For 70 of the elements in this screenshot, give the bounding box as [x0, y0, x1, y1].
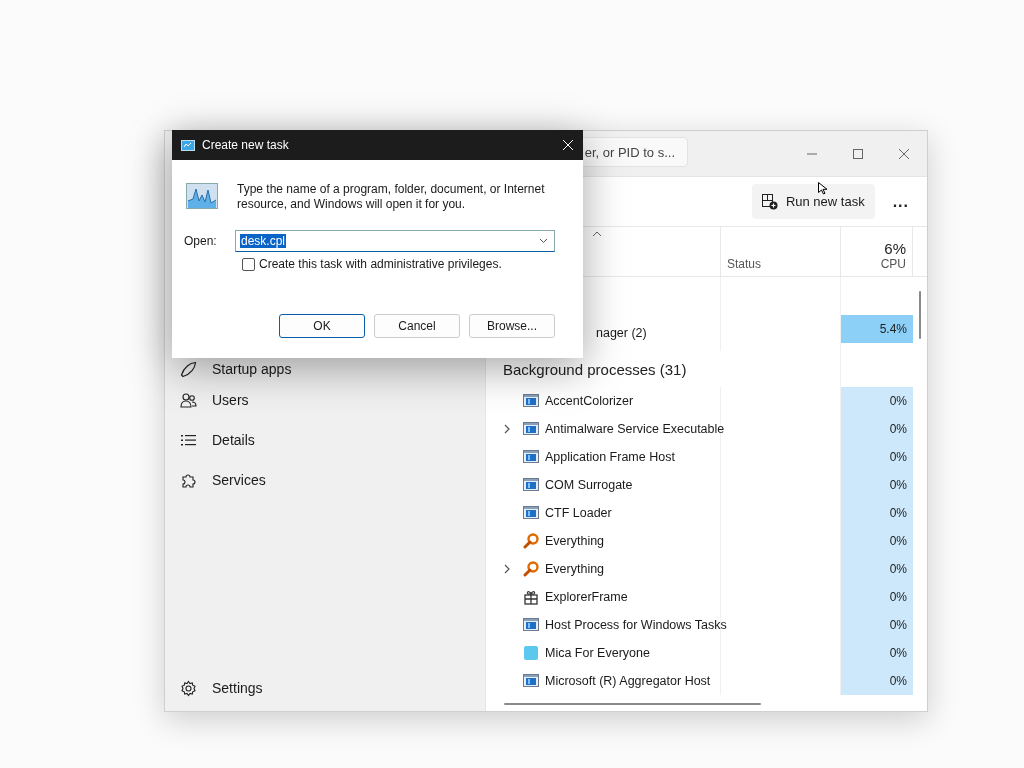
- sidebar-item[interactable]: Users: [165, 380, 485, 420]
- process-name: Everything: [545, 562, 605, 576]
- gift-icon: [523, 589, 539, 605]
- cpu-cell: 0%: [841, 499, 913, 527]
- process-name: Everything: [545, 534, 605, 548]
- square-icon: [523, 645, 539, 661]
- app-icon: [181, 139, 195, 151]
- process-name: Antimalware Service Executable: [545, 422, 725, 436]
- checkbox[interactable]: [242, 257, 255, 271]
- sidebar-item[interactable]: Services: [165, 460, 485, 500]
- cpu-cell: 5.4%: [841, 315, 913, 343]
- cpu-cell: 0%: [841, 527, 913, 555]
- sidebar-item[interactable]: Startup apps: [165, 358, 485, 380]
- cpu-cell: 0%: [841, 583, 913, 611]
- cpu-cell: 0%: [841, 387, 913, 415]
- puzzle-icon: [180, 471, 197, 489]
- settings-icon: [180, 679, 197, 697]
- dialog-button[interactable]: Browse...: [469, 314, 555, 338]
- settings-item[interactable]: Settings: [165, 668, 485, 708]
- monitor-graph-icon: [186, 183, 218, 209]
- cpu-cell: 0%: [841, 443, 913, 471]
- more-button[interactable]: ...: [888, 192, 913, 211]
- instruction-text: Type the name of a program, folder, document, or Internet resource, and Windows will open it for you.: [237, 182, 546, 212]
- cpu-column-header[interactable]: 6% CPU: [841, 227, 913, 276]
- app-window-icon: [523, 421, 539, 437]
- app-window-icon: [523, 393, 539, 409]
- open-label: Open:: [184, 234, 218, 248]
- scrollbar[interactable]: [504, 703, 761, 705]
- app-window-icon: [523, 449, 539, 465]
- cpu-cell: 0%: [841, 415, 913, 443]
- column-header[interactable]: Status: [727, 257, 762, 271]
- cpu-cell: 0%: [841, 611, 913, 639]
- run-new-task-button[interactable]: Run new task: [751, 184, 875, 219]
- dropdown-caret-icon: [539, 238, 548, 244]
- sidebar-item[interactable]: Details: [165, 420, 485, 460]
- maximize-icon: [852, 148, 864, 159]
- mouse-cursor-icon: [817, 182, 828, 195]
- process-name: Mica For Everyone: [545, 646, 650, 660]
- checkbox-label: Create this task with administrative privileges.: [259, 257, 502, 271]
- window-title: Create new task: [202, 138, 289, 152]
- close-icon: [898, 148, 910, 159]
- process-name: Application Frame Host: [545, 450, 675, 464]
- expand-chevron-icon[interactable]: [504, 564, 511, 574]
- dialog-button[interactable]: OK: [279, 314, 365, 338]
- process-name: Host Process for Windows Tasks: [545, 618, 727, 632]
- group-header: Background processes (31): [503, 360, 687, 378]
- process-name: COM Surrogate: [545, 478, 633, 492]
- cpu-cell: 0%: [841, 639, 913, 667]
- app-window-icon: [523, 477, 539, 493]
- dialog-button[interactable]: Cancel: [374, 314, 460, 338]
- process-name: AccentColorizer: [545, 394, 634, 408]
- cpu-cell: 0%: [841, 555, 913, 583]
- sort-caret-icon: [592, 231, 602, 237]
- process-name: CTF Loader: [545, 506, 612, 520]
- users-icon: [180, 391, 197, 409]
- new-task-icon: [761, 193, 778, 210]
- open-combobox[interactable]: desk.cpl: [235, 230, 555, 252]
- app-window-icon: [523, 505, 539, 521]
- cpu-cell: 0%: [841, 471, 913, 499]
- magnifier-icon: [523, 561, 539, 577]
- process-name: nager (2): [596, 326, 647, 340]
- expand-chevron-icon[interactable]: [504, 424, 511, 434]
- scrollbar[interactable]: [919, 291, 921, 339]
- magnifier-icon: [523, 533, 539, 549]
- app-window-icon: [523, 617, 539, 633]
- cpu-cell: 0%: [841, 667, 913, 695]
- close-icon: [562, 139, 574, 151]
- app-window-icon: [523, 673, 539, 689]
- process-name: Microsoft (R) Aggregator Host: [545, 674, 711, 688]
- process-name: ExplorerFrame: [545, 590, 628, 604]
